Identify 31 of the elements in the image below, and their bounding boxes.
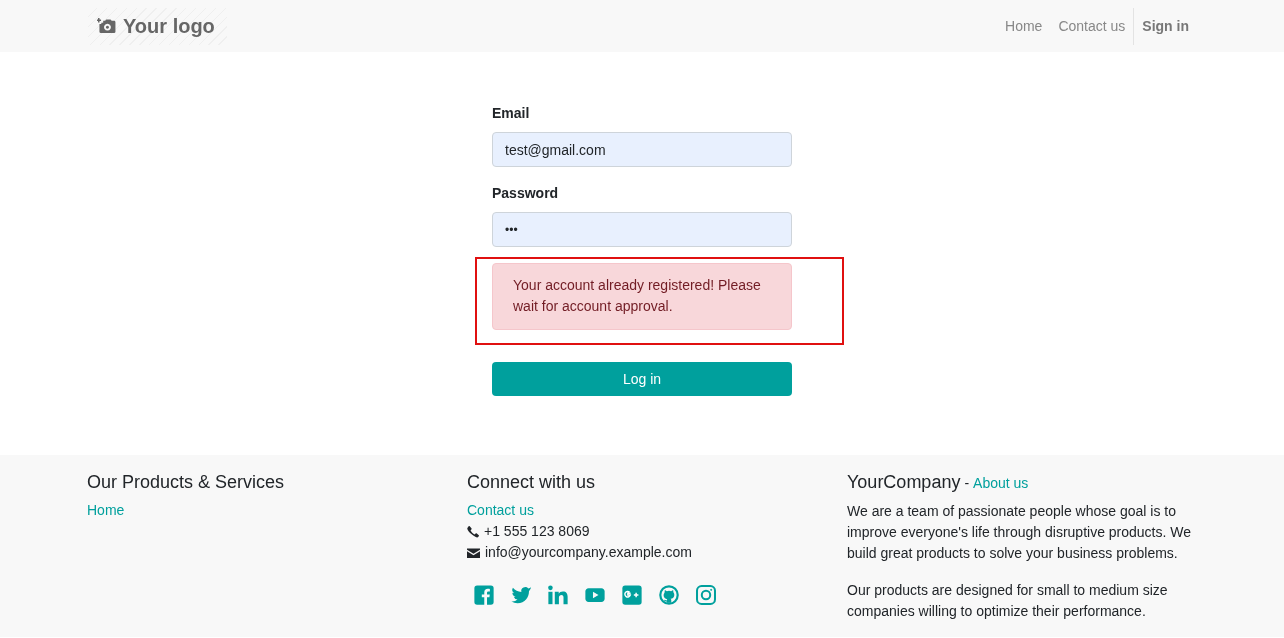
error-alert: Your account already registered! Please wait for account approval. [492,263,792,330]
nav-link[interactable]: Contact us [1050,16,1134,36]
password-input[interactable]: ••• [492,212,792,247]
about-link[interactable]: About us [973,472,1029,494]
nav-link[interactable]: Home [997,16,1051,36]
footer-heading: Our Products & Services [87,471,285,493]
google-plus-icon[interactable] [621,584,643,606]
envelope-icon [467,547,480,558]
facebook-icon[interactable] [473,584,495,606]
login-button[interactable]: Log in [492,362,792,396]
email-input[interactable]: test@gmail.com [492,132,792,167]
instagram-icon[interactable] [695,584,717,606]
logo[interactable]: Your logo [88,7,227,45]
about-paragraph: Our products are designed for small to medium size companies willing to optimize their performance. [847,581,1169,621]
twitter-icon[interactable] [510,584,532,606]
github-icon[interactable] [658,584,680,606]
contact-text: +1 555 123 8069 [484,522,590,541]
separator-text: - [964,474,970,493]
contact-text: info@yourcompany.example.com [485,543,692,562]
about-paragraph: We are a team of passionate people whose goal is to improve everyone's life through disruptive products. We build great products to solve your business problems. [847,502,1193,563]
footer-heading: YourCompany [847,471,961,493]
phone-icon [467,525,479,538]
field-label: Password [492,184,559,203]
footer-link[interactable]: Home [87,500,125,521]
camera-icon [97,18,116,34]
sign-in-link[interactable]: Sign in [1134,16,1197,36]
logo-text: Your logo [123,14,215,38]
field-label: Email [492,104,530,123]
linkedin-icon[interactable] [547,584,569,606]
footer-heading: Connect with us [467,471,596,493]
footer-link[interactable]: Contact us [467,500,534,521]
